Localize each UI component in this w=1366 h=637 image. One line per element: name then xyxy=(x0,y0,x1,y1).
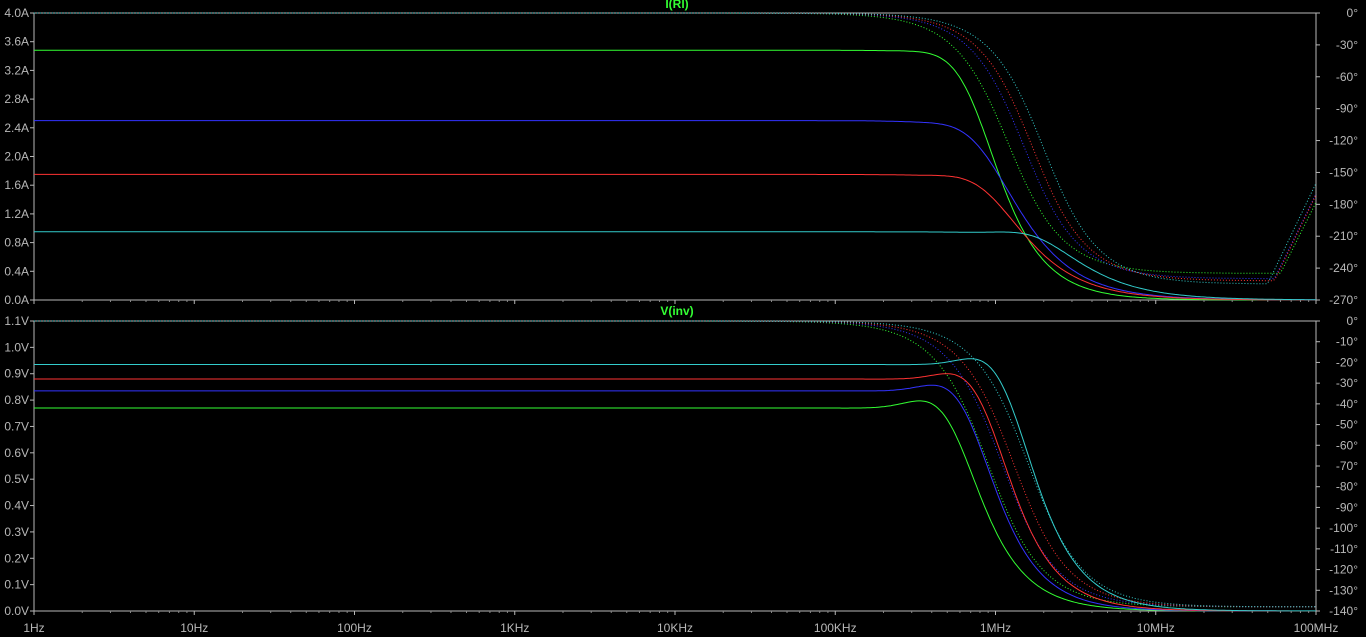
left-tick-label: 0.8V xyxy=(4,393,29,407)
left-tick-label: 0.9V xyxy=(4,367,29,381)
voltage-pane: V(inv) 0.0V0.1V0.2V0.3V0.4V0.5V0.6V0.7V0… xyxy=(4,304,1358,618)
phase-trace xyxy=(34,320,1316,608)
current-pane: I(Rl) 0.0A 0.4A 0.8A 1.2A 1.6A 2.0A 2.4A 2.8A 3.… xyxy=(4,0,1358,307)
left-tick-label: 1.6A xyxy=(4,178,29,192)
magnitude-trace xyxy=(34,49,1316,301)
current-pane-frame xyxy=(33,12,1317,301)
right-tick-label: -10° xyxy=(1336,335,1358,349)
x-tick-label: 100MHz xyxy=(1294,621,1339,635)
right-tick-label: -240° xyxy=(1329,261,1358,275)
x-tick-label: 10MHz xyxy=(1137,621,1175,635)
current-pane-title: I(Rl) xyxy=(665,0,688,11)
phase-trace xyxy=(34,320,1316,608)
right-tick-label: -20° xyxy=(1336,355,1358,369)
x-tick-label: 10KHz xyxy=(657,621,693,635)
right-tick-label: 0° xyxy=(1347,6,1359,20)
right-tick-label: -80° xyxy=(1336,480,1358,494)
left-tick-label: 1.1V xyxy=(4,314,29,328)
right-tick-label: -70° xyxy=(1336,459,1358,473)
right-tick-label: -40° xyxy=(1336,397,1358,411)
right-tick-label: -30° xyxy=(1336,38,1358,52)
right-tick-label: -60° xyxy=(1336,438,1358,452)
voltage-phase-axis: -140° -130° -120° -110° -100° -90° -80° -70° -60… xyxy=(1316,314,1358,618)
right-tick-label: -90° xyxy=(1336,500,1358,514)
left-tick-label: 0.8A xyxy=(4,236,29,250)
x-tick-label: 10Hz xyxy=(180,621,208,635)
phase-trace xyxy=(34,12,1317,285)
magnitude-trace xyxy=(34,373,1316,612)
right-tick-label: -110° xyxy=(1330,542,1358,556)
left-tick-label: 2.0A xyxy=(4,150,29,164)
x-tick-label: 100Hz xyxy=(337,621,372,635)
current-left-axis: 0.0A 0.4A 0.8A 1.2A 1.6A 2.0A 2.4A 2.8A 3.2A 3.6A… xyxy=(4,6,34,307)
right-tick-label: -120° xyxy=(1329,134,1358,148)
right-tick-label: -180° xyxy=(1329,197,1358,211)
left-tick-label: 2.8A xyxy=(4,92,29,106)
magnitude-trace xyxy=(34,173,1316,301)
left-tick-label: 3.6A xyxy=(4,35,29,49)
right-tick-label: 0° xyxy=(1347,314,1359,328)
left-tick-label: 0.5V xyxy=(4,472,29,486)
right-tick-label: -120° xyxy=(1329,563,1358,577)
voltage-series xyxy=(34,320,1317,612)
magnitude-trace xyxy=(34,400,1316,612)
right-tick-label: -50° xyxy=(1336,418,1358,432)
right-tick-label: -90° xyxy=(1336,102,1358,116)
left-tick-label: 1.2A xyxy=(4,207,29,221)
frequency-axis: 1Hz 10Hz 100Hz 1KHz 10KHz 100KHz 1MHz 10MHz 100M… xyxy=(23,300,1338,635)
right-tick-label: -30° xyxy=(1336,376,1358,390)
phase-trace xyxy=(34,320,1316,608)
right-tick-label: -60° xyxy=(1336,70,1358,84)
phase-trace xyxy=(34,12,1317,280)
left-tick-label: 0.3V xyxy=(4,525,29,539)
phase-trace xyxy=(34,320,1316,608)
right-tick-label: -210° xyxy=(1329,229,1358,243)
magnitude-trace xyxy=(34,384,1316,612)
left-tick-label: 0.6V xyxy=(4,446,29,460)
magnitude-trace xyxy=(34,120,1316,301)
right-tick-label: -270° xyxy=(1329,293,1358,307)
current-series xyxy=(34,12,1317,301)
x-tick-label: 100KHz xyxy=(814,621,857,635)
left-tick-label: 0.4A xyxy=(4,264,29,278)
left-tick-label: 0.0V xyxy=(4,604,29,618)
voltage-left-axis: 0.0V 0.1V 0.2V 0.3V 0.4V 0.5V 0.6V 0.7V 0.8V 0.9V… xyxy=(4,314,34,618)
left-tick-label: 0.0A xyxy=(4,293,29,307)
x-tick-label: 1Hz xyxy=(23,621,44,635)
left-tick-label: 3.2A xyxy=(4,63,29,77)
bode-plot: I(Rl) 0.0A 0.4A 0.8A 1.2A 1.6A 2.0A 2.4A 2.8A 3.… xyxy=(4,0,1358,635)
left-tick-label: 1.0V xyxy=(4,340,29,354)
voltage-pane-title: V(inv) xyxy=(660,304,693,318)
x-tick-label: 1KHz xyxy=(500,621,529,635)
phase-trace xyxy=(34,12,1317,282)
right-tick-label: -100° xyxy=(1329,521,1358,535)
phase-trace xyxy=(34,12,1317,274)
magnitude-trace xyxy=(34,358,1317,612)
magnitude-trace xyxy=(34,231,1316,301)
left-tick-label: 0.4V xyxy=(4,499,29,513)
left-tick-label: 0.7V xyxy=(4,419,29,433)
right-tick-label: -130° xyxy=(1329,583,1358,597)
right-tick-label: -140° xyxy=(1329,604,1358,618)
left-tick-label: 4.0A xyxy=(4,6,29,20)
left-tick-label: 0.1V xyxy=(4,578,29,592)
right-tick-label: -150° xyxy=(1329,165,1358,179)
x-tick-label: 1MHz xyxy=(980,621,1011,635)
left-tick-label: 2.4A xyxy=(4,121,29,135)
current-phase-axis: -270° -240° -210° -180° -150° -120° -90° -60° -3… xyxy=(1316,6,1358,307)
left-tick-label: 0.2V xyxy=(4,551,29,565)
